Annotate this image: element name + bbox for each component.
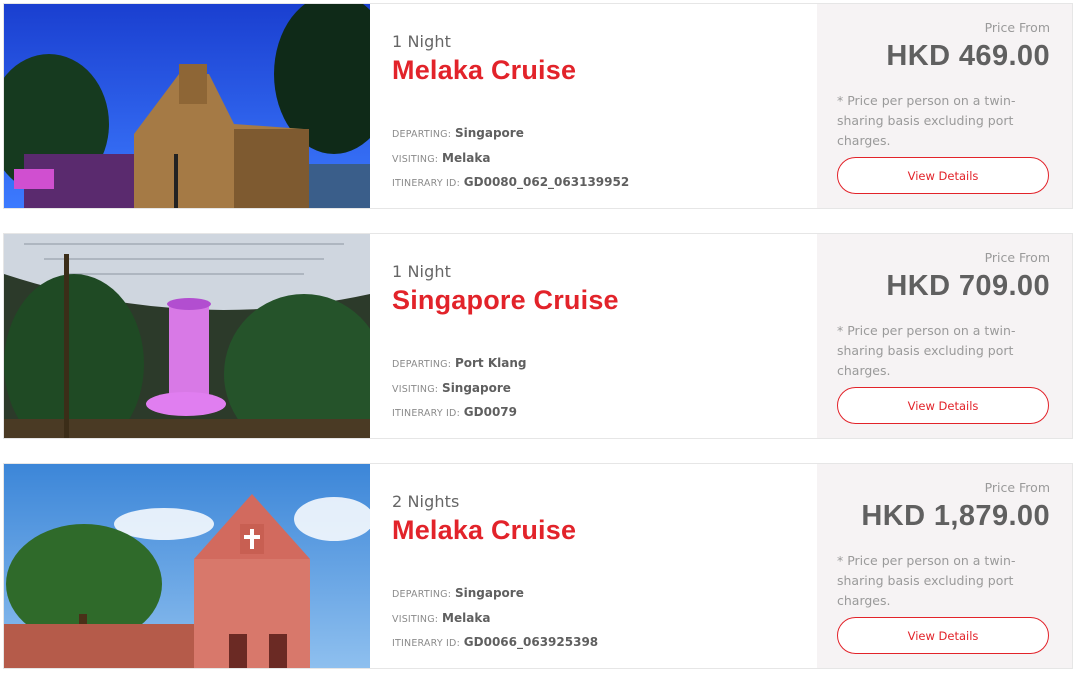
indoor-waterfall-image [4,234,370,438]
price-from-label: Price From [984,250,1050,265]
cruise-meta: Departing: Singapore Visiting: Melaka It… [392,122,629,196]
departing-label: Departing: [392,129,452,140]
view-details-button[interactable]: View Details [837,157,1049,194]
cruise-title[interactable]: Melaka Cruise [392,55,817,86]
cruise-title[interactable]: Singapore Cruise [392,285,817,316]
visiting-value: Melaka [442,610,491,625]
nights-label: 1 Night [392,262,451,281]
itinerary-label: Itinerary ID: [392,408,460,419]
price-amount: HKD 709.00 [886,270,1050,302]
visiting-label: Visiting: [392,613,439,625]
view-details-button[interactable]: View Details [837,387,1049,424]
departing-value: Singapore [454,586,524,600]
cruise-photo-church[interactable] [4,464,370,668]
visiting-value: Melaka [442,150,491,165]
departing-label: Departing: [392,589,452,600]
red-church-image [4,464,370,668]
cruise-photo-waterfall[interactable] [4,234,370,438]
cruise-photo-fort[interactable] [4,4,370,208]
visiting-label: Visiting: [392,383,439,395]
visiting-label: Visiting: [392,153,439,165]
price-panel: Price From HKD 1,879.00 * Price per pers… [817,464,1072,668]
itinerary-label: Itinerary ID: [392,178,460,189]
cruise-info: 2 Nights Melaka Cruise Departing: Singap… [370,464,817,668]
cruise-info: 1 Night Melaka Cruise Departing: Singapo… [370,4,817,208]
price-amount: HKD 1,879.00 [861,500,1050,532]
itinerary-label: Itinerary ID: [392,638,460,649]
price-amount: HKD 469.00 [886,40,1050,72]
cruise-meta: Departing: Singapore Visiting: Melaka It… [392,582,598,656]
departing-value: Singapore [454,126,524,140]
visiting-value: Singapore [442,380,511,395]
price-from-label: Price From [984,20,1050,35]
price-from-label: Price From [984,480,1050,495]
cruise-meta: Departing: Port Klang Visiting: Singapor… [392,352,526,426]
cruise-card: 1 Night Singapore Cruise Departing: Port… [3,233,1073,439]
cruise-card: 1 Night Melaka Cruise Departing: Singapo… [3,3,1073,209]
nights-label: 1 Night [392,32,451,51]
price-panel: Price From HKD 709.00 * Price per person… [817,234,1072,438]
price-note: * Price per person on a twin-sharing bas… [837,553,1016,608]
itinerary-id: GD0080_062_063139952 [463,175,630,189]
cruise-card: 2 Nights Melaka Cruise Departing: Singap… [3,463,1073,669]
itinerary-id: GD0079 [463,405,518,419]
price-note: * Price per person on a twin-sharing bas… [837,323,1016,378]
cruise-info: 1 Night Singapore Cruise Departing: Port… [370,234,817,438]
departing-value: Port Klang [454,356,527,370]
price-panel: Price From HKD 469.00 * Price per person… [817,4,1072,208]
price-note: * Price per person on a twin-sharing bas… [837,93,1016,148]
departing-label: Departing: [392,359,452,370]
view-details-button[interactable]: View Details [837,617,1049,654]
cruise-title[interactable]: Melaka Cruise [392,515,817,546]
fort-ruins-image [4,4,370,208]
nights-label: 2 Nights [392,492,460,511]
itinerary-id: GD0066_063925398 [463,635,599,649]
